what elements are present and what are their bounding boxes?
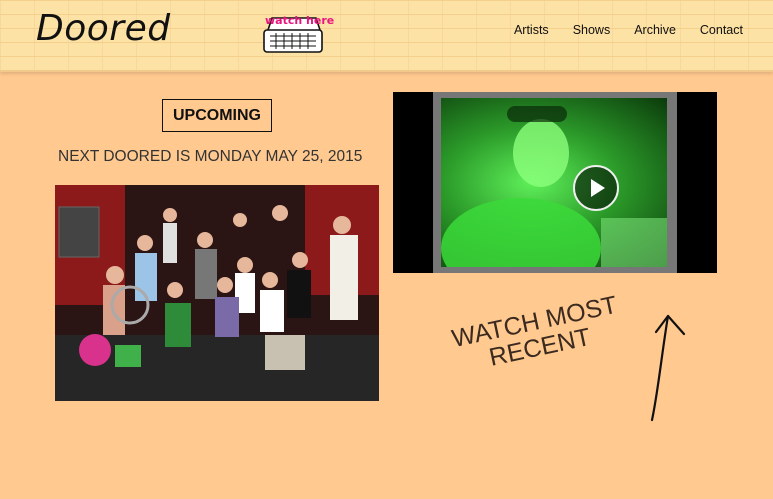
play-button[interactable] <box>573 165 619 211</box>
main-nav: Artists Shows Archive Contact <box>514 23 743 37</box>
event-photo <box>55 185 379 401</box>
nav-artists[interactable]: Artists <box>514 23 549 37</box>
site-logo[interactable]: Doored <box>36 8 171 49</box>
watch-here-label: watch here <box>265 14 335 27</box>
up-arrow-icon <box>650 314 686 422</box>
video-still-image <box>441 106 667 267</box>
video-frame <box>433 92 677 273</box>
play-icon <box>591 179 605 197</box>
video-player[interactable] <box>393 92 717 273</box>
next-event-date: NEXT DOORED IS MONDAY MAY 25, 2015 <box>58 148 363 165</box>
nav-archive[interactable]: Archive <box>634 23 676 37</box>
group-photo-image <box>55 185 379 401</box>
watch-most-recent-caption: WATCH MOST RECENT <box>434 288 640 380</box>
video-thumbnail <box>441 98 667 267</box>
watch-here-link[interactable]: watch here <box>262 8 334 56</box>
site-header: Doored watch here Artists Shows Archive … <box>0 0 773 72</box>
nav-shows[interactable]: Shows <box>573 23 611 37</box>
upcoming-heading: UPCOMING <box>162 99 272 132</box>
nav-contact[interactable]: Contact <box>700 23 743 37</box>
